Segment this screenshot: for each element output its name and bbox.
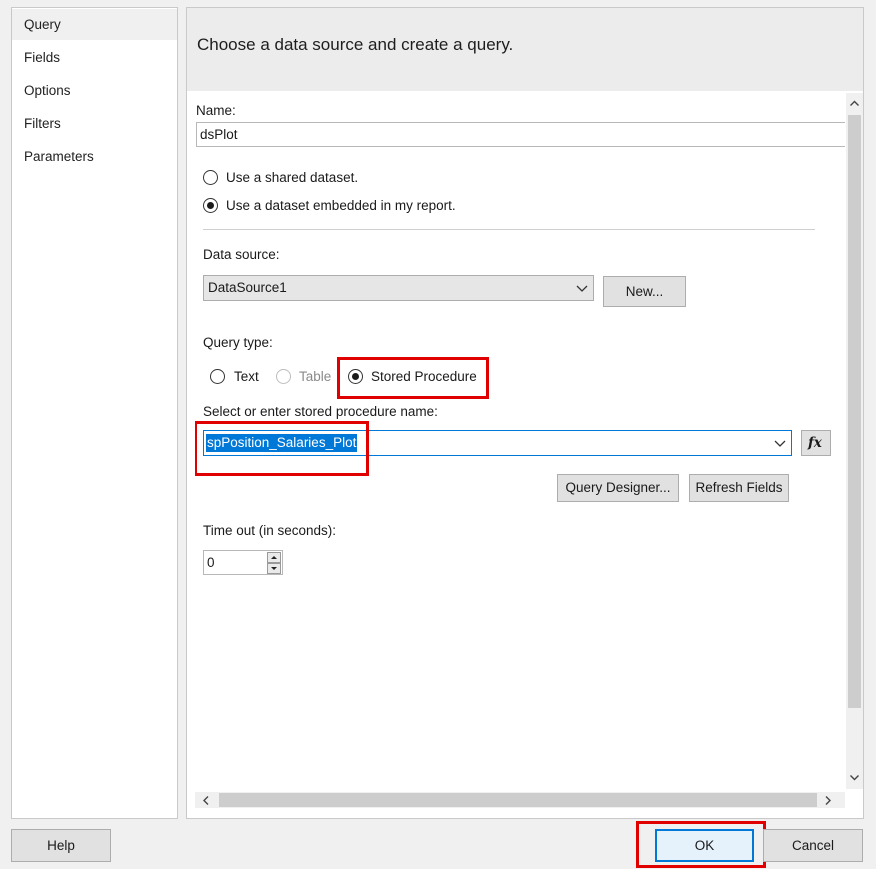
query-type-text-radio[interactable] (210, 369, 225, 384)
query-type-stored-procedure-radio[interactable] (348, 369, 363, 384)
data-source-label: Data source: (203, 247, 280, 262)
chevron-down-icon (774, 440, 786, 447)
query-type-table-radio (276, 369, 291, 384)
panel-header: Choose a data source and create a query. (187, 8, 863, 91)
spin-up-button[interactable] (267, 552, 281, 563)
scroll-down-icon[interactable] (849, 772, 860, 783)
name-field[interactable]: dsPlot (196, 122, 845, 147)
query-type-label: Query type: (203, 335, 273, 350)
chevron-down-icon (576, 285, 588, 292)
data-source-dropdown[interactable]: DataSource1 (203, 275, 594, 301)
timeout-spinner[interactable]: 0 (203, 550, 283, 575)
form-scroll-area: Name: dsPlot Use a shared dataset. Use a… (195, 93, 845, 792)
timeout-value: 0 (207, 555, 215, 570)
scroll-left-icon[interactable] (201, 795, 211, 806)
horizontal-scroll-thumb[interactable] (219, 793, 817, 807)
scroll-up-icon[interactable] (849, 98, 860, 109)
refresh-fields-button[interactable]: Refresh Fields (689, 474, 789, 502)
panel-title: Choose a data source and create a query. (197, 35, 514, 54)
nav-item-parameters[interactable]: Parameters (12, 141, 177, 172)
shared-dataset-label: Use a shared dataset. (226, 170, 359, 185)
name-label: Name: (196, 103, 236, 118)
embedded-dataset-radio[interactable] (203, 198, 218, 213)
query-type-stored-procedure-label: Stored Procedure (371, 369, 477, 384)
stored-procedure-value: spPosition_Salaries_Plot (206, 434, 358, 452)
vertical-scroll-thumb[interactable] (848, 115, 861, 708)
spin-down-icon (271, 567, 277, 570)
expression-button[interactable]: fx (801, 430, 831, 456)
horizontal-scrollbar[interactable] (195, 792, 845, 808)
embedded-dataset-label: Use a dataset embedded in my report. (226, 198, 456, 213)
ok-button[interactable]: OK (655, 829, 754, 862)
data-source-value: DataSource1 (208, 280, 287, 295)
new-data-source-button[interactable]: New... (603, 276, 686, 307)
nav-item-query[interactable]: Query (12, 9, 177, 40)
timeout-label: Time out (in seconds): (203, 523, 337, 538)
vertical-scrollbar[interactable] (846, 93, 863, 789)
divider (203, 229, 815, 230)
nav-panel: Query Fields Options Filters Parameters (11, 7, 178, 819)
nav-item-fields[interactable]: Fields (12, 42, 177, 73)
cancel-button[interactable]: Cancel (763, 829, 863, 862)
query-type-table-label: Table (299, 369, 332, 384)
nav-item-filters[interactable]: Filters (12, 108, 177, 139)
query-type-text-label: Text (234, 369, 259, 384)
stored-procedure-label: Select or enter stored procedure name: (203, 404, 438, 419)
shared-dataset-radio[interactable] (203, 170, 218, 185)
help-button[interactable]: Help (11, 829, 111, 862)
spin-down-button[interactable] (267, 563, 281, 574)
stored-procedure-combobox[interactable]: spPosition_Salaries_Plot (203, 430, 792, 456)
query-panel: Choose a data source and create a query.… (186, 7, 864, 819)
nav-item-options[interactable]: Options (12, 75, 177, 106)
spin-up-icon (271, 556, 277, 559)
query-designer-button[interactable]: Query Designer... (557, 474, 679, 502)
scroll-right-icon[interactable] (823, 795, 833, 806)
